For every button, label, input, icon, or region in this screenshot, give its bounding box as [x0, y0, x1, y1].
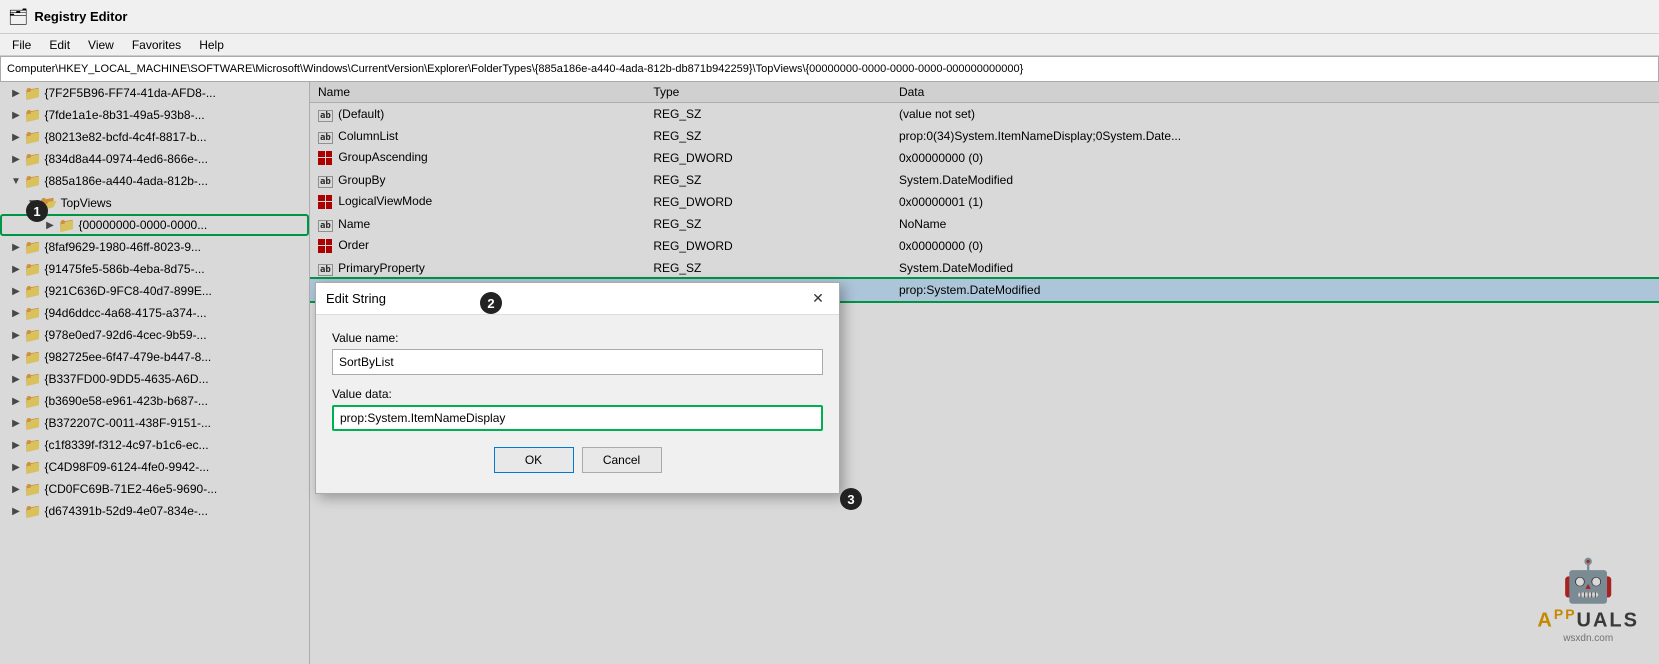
- menu-edit[interactable]: Edit: [41, 36, 78, 54]
- ok-button[interactable]: OK: [494, 447, 574, 473]
- window-title: Registry Editor: [34, 9, 127, 24]
- title-bar: 🗂 Registry Editor: [0, 0, 1659, 34]
- dialog-close-button[interactable]: ✕: [807, 288, 829, 310]
- value-name-label: Value name:: [332, 331, 823, 345]
- dialog-body: Value name: Value data: OK Cancel: [316, 315, 839, 493]
- menu-file[interactable]: File: [4, 36, 39, 54]
- menu-view[interactable]: View: [80, 36, 122, 54]
- address-bar: Computer\HKEY_LOCAL_MACHINE\SOFTWARE\Mic…: [0, 56, 1659, 82]
- address-path: Computer\HKEY_LOCAL_MACHINE\SOFTWARE\Mic…: [7, 63, 1023, 75]
- edit-string-dialog: Edit String ✕ Value name: Value data: OK…: [315, 282, 840, 494]
- dialog-title: Edit String: [326, 291, 386, 306]
- menu-bar: File Edit View Favorites Help: [0, 34, 1659, 56]
- app-icon: 🗂: [8, 7, 28, 27]
- value-data-input[interactable]: [332, 405, 823, 431]
- annotation-circle-2: 2: [480, 292, 502, 314]
- dialog-overlay: Edit String ✕ Value name: Value data: OK…: [0, 82, 1659, 664]
- menu-help[interactable]: Help: [191, 36, 232, 54]
- value-data-label: Value data:: [332, 387, 823, 401]
- main-content: ▶ 📁 {7F2F5B96-FF74-41da-AFD8-... ▶ 📁 {7f…: [0, 82, 1659, 664]
- value-name-input[interactable]: [332, 349, 823, 375]
- cancel-button[interactable]: Cancel: [582, 447, 662, 473]
- annotation-circle-3: 3: [840, 488, 862, 510]
- menu-favorites[interactable]: Favorites: [124, 36, 189, 54]
- dialog-titlebar: Edit String ✕: [316, 283, 839, 315]
- annotation-circle-1: 1: [26, 200, 48, 222]
- dialog-buttons: OK Cancel: [332, 443, 823, 481]
